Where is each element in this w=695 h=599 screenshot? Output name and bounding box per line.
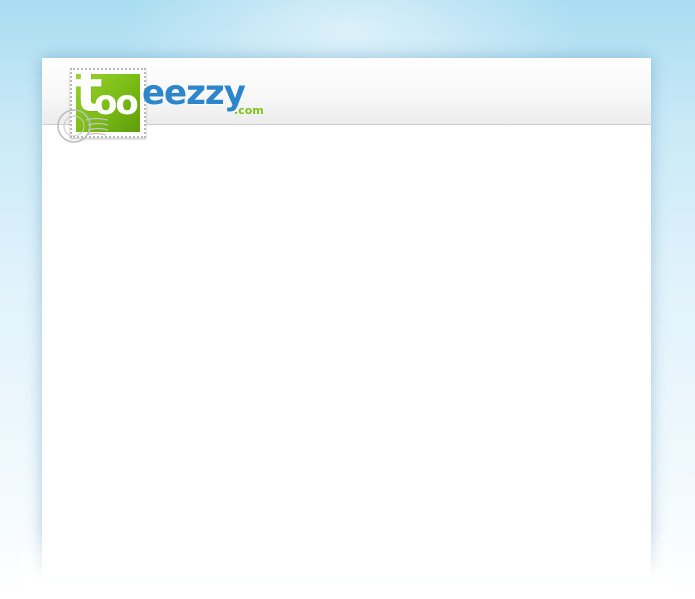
logo-tld: .com (234, 104, 264, 117)
page-card: t oo eezzy .com (22, 58, 671, 599)
bottom-fade (22, 528, 671, 599)
main-content (42, 125, 651, 578)
logo-wordmark: eezzy (142, 73, 246, 113)
site-header: t oo eezzy .com (42, 58, 651, 143)
